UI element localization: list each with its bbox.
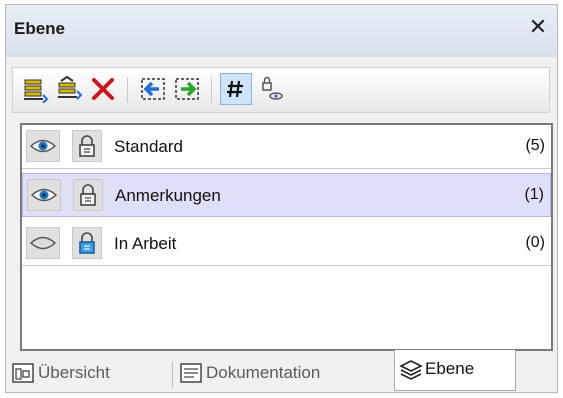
lock-visibility-button[interactable] (256, 73, 288, 105)
tab-uebersicht[interactable]: Übersicht (12, 355, 168, 389)
layer-panel: Ebene ✕ Standard (5) Anmerkungen (1) In … (5, 4, 558, 393)
new-layer-above-button[interactable] (53, 73, 85, 105)
panel-tabs: Übersicht Dokumentation Ebene (6, 350, 557, 394)
layer-toolbar (12, 67, 550, 113)
overview-icon (12, 363, 34, 383)
delete-layer-button[interactable] (87, 73, 119, 105)
close-icon[interactable]: ✕ (527, 15, 549, 39)
tab-label: Ebene (425, 359, 475, 378)
move-layer-left-icon (141, 78, 165, 100)
visibility-toggle[interactable] (26, 227, 60, 259)
delete-layer-icon (92, 78, 114, 100)
eye-icon (30, 188, 58, 202)
grid-toggle-icon (227, 80, 243, 98)
move-layer-right-icon (175, 78, 199, 100)
lock-toggle[interactable] (73, 179, 103, 211)
lock-toggle[interactable] (72, 130, 102, 162)
visibility-toggle[interactable] (27, 179, 61, 211)
panel-titlebar: Ebene ✕ (6, 5, 557, 57)
tab-separator (172, 362, 173, 388)
locked-icon (79, 232, 95, 254)
panel-title: Ebene (14, 19, 66, 38)
lock-toggle[interactable] (72, 227, 102, 259)
tab-label: Dokumentation (206, 363, 321, 382)
layer-name: In Arbeit (114, 234, 177, 253)
layer-object-count: (5) (525, 137, 545, 154)
new-layer-icon (24, 79, 49, 103)
layer-row[interactable]: Standard (5) (22, 125, 551, 169)
move-layer-left-button[interactable] (137, 73, 169, 105)
layer-object-count: (0) (525, 234, 545, 251)
eye-closed-icon (29, 236, 57, 250)
layers-icon (399, 360, 423, 380)
layer-row[interactable]: In Arbeit (0) (22, 222, 551, 266)
toolbar-separator (211, 77, 212, 103)
move-layer-right-button[interactable] (171, 73, 203, 105)
tab-dokumentation[interactable]: Dokumentation (180, 355, 384, 389)
documentation-icon (180, 363, 202, 383)
layer-list: Standard (5) Anmerkungen (1) In Arbeit (… (20, 123, 553, 351)
lock-visibility-icon (262, 76, 283, 100)
unlocked-icon (79, 135, 95, 157)
unlocked-icon (80, 184, 96, 206)
layer-object-count: (1) (524, 186, 544, 203)
layer-name: Anmerkungen (115, 186, 221, 205)
visibility-toggle[interactable] (26, 130, 60, 162)
grid-toggle-button[interactable] (220, 73, 252, 105)
tab-ebene[interactable]: Ebene (394, 350, 516, 391)
new-layer-above-icon (58, 75, 83, 100)
toolbar-separator (127, 77, 128, 103)
layer-row[interactable]: Anmerkungen (1) (22, 173, 551, 217)
tab-label: Übersicht (38, 363, 110, 382)
eye-icon (29, 139, 57, 153)
layer-name: Standard (114, 137, 183, 156)
new-layer-button[interactable] (19, 73, 51, 105)
